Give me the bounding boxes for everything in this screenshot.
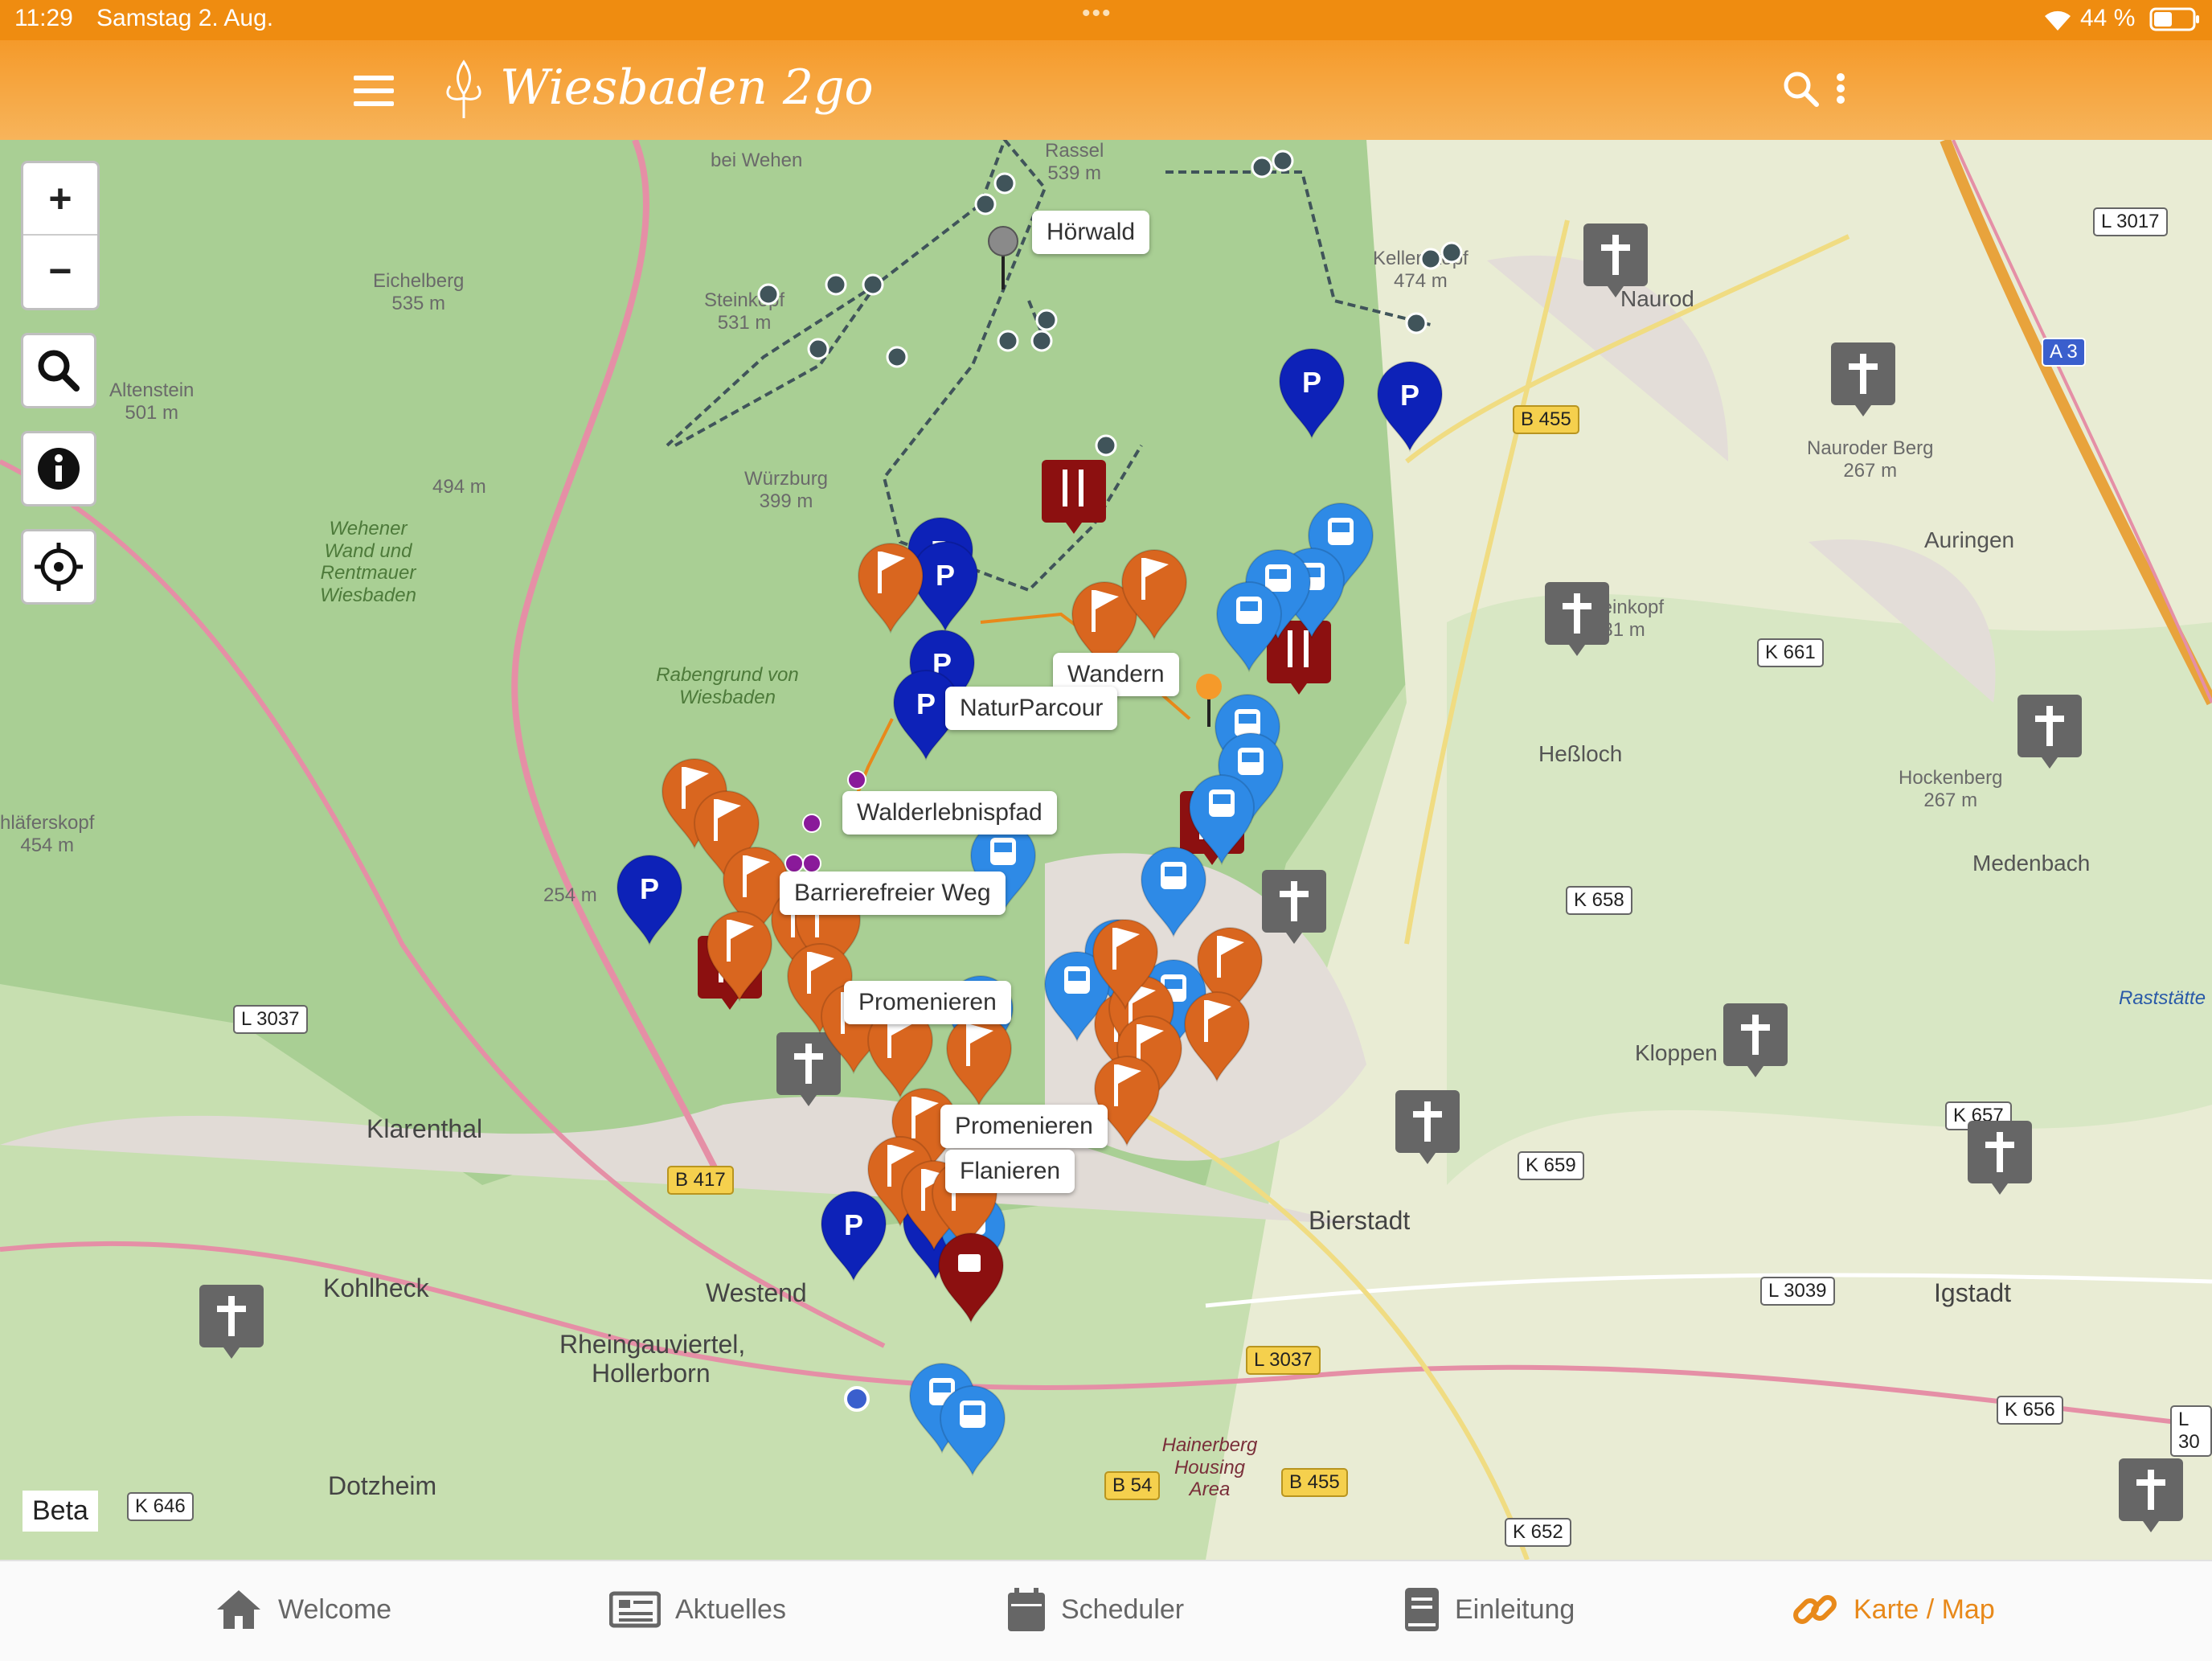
tab-label: Karte / Map	[1854, 1593, 1995, 1625]
callout-hoerwald[interactable]: Hörwald	[1032, 211, 1150, 254]
callout-walderlebnispfad[interactable]: Walderlebnispfad	[842, 791, 1057, 835]
cemetery-marker[interactable]	[1395, 1090, 1460, 1164]
trail-node[interactable]	[1251, 156, 1273, 178]
tab-label: Aktuelles	[675, 1593, 786, 1625]
app-header: Wiesbaden 2go	[0, 40, 2212, 140]
calendar-icon	[1008, 1588, 1045, 1631]
svg-text:P: P	[844, 1208, 863, 1241]
trail-node[interactable]	[757, 283, 780, 306]
tab-label: Welcome	[278, 1593, 392, 1625]
poi-marker[interactable]	[945, 1015, 1013, 1107]
trail-node[interactable]	[784, 854, 804, 873]
zoom-control: + −	[21, 161, 100, 310]
bus-stop-marker[interactable]	[1140, 847, 1207, 938]
trail-node[interactable]	[974, 193, 997, 215]
tab-welcome[interactable]: Welcome	[214, 1560, 391, 1659]
newspaper-icon	[609, 1591, 661, 1628]
trail-node[interactable]	[993, 172, 1016, 195]
parking-marker[interactable]: P	[1278, 348, 1346, 440]
trail-node[interactable]	[825, 273, 847, 296]
trail-node[interactable]	[1440, 241, 1463, 264]
tab-einleitung[interactable]: Einleitung	[1403, 1560, 1575, 1659]
trail-node[interactable]	[1272, 150, 1294, 172]
cemetery-marker[interactable]	[1723, 1003, 1788, 1077]
parking-marker[interactable]: P	[820, 1191, 887, 1282]
trail-node[interactable]	[1095, 434, 1117, 457]
tab-label: Einleitung	[1455, 1593, 1575, 1625]
multitask-dots[interactable]: •••	[1082, 0, 1112, 27]
beta-badge: Beta	[23, 1491, 98, 1532]
svg-text:P: P	[1302, 366, 1321, 399]
cemetery-marker[interactable]	[199, 1285, 264, 1359]
locate-me-button[interactable]	[21, 529, 96, 605]
trail-node[interactable]	[847, 770, 866, 789]
trail-node[interactable]	[802, 854, 821, 873]
trail-node[interactable]	[807, 338, 830, 360]
callout-flanieren[interactable]: Flanieren	[945, 1150, 1075, 1193]
map-view[interactable]: Rassel 539 m bei Wehen Eichelberg 535 m St…	[0, 140, 2212, 1560]
callout-naturparcour[interactable]: NaturParcour	[945, 687, 1118, 730]
trail-node[interactable]	[862, 273, 884, 296]
map-info-button[interactable]	[21, 431, 96, 507]
status-bar: 11:29 Samstag 2. Aug. ••• 44 %	[0, 0, 2212, 40]
parking-marker[interactable]: P	[911, 541, 979, 633]
callout-promenieren[interactable]: Promenieren	[844, 981, 1011, 1024]
cemetery-marker[interactable]	[2017, 695, 2082, 769]
cemetery-marker[interactable]	[1831, 342, 1895, 416]
svg-text:P: P	[936, 559, 955, 592]
cemetery-marker[interactable]	[1262, 870, 1326, 944]
svg-text:P: P	[916, 687, 936, 720]
crosshair-icon	[35, 543, 83, 591]
more-vertical-icon[interactable]	[1833, 71, 1849, 111]
poi-marker[interactable]	[1183, 991, 1251, 1083]
tab-aktuelles[interactable]: Aktuelles	[609, 1560, 786, 1659]
status-date: Samstag 2. Aug.	[96, 5, 274, 31]
svg-text:P: P	[640, 872, 659, 905]
zoom-in-button[interactable]: +	[23, 163, 97, 236]
home-icon	[217, 1590, 260, 1629]
parking-marker[interactable]: P	[616, 855, 683, 946]
link-icon	[1793, 1595, 1837, 1624]
poi-marker[interactable]	[857, 543, 924, 634]
restaurant-marker[interactable]	[1042, 460, 1106, 534]
parking-marker[interactable]: P	[1376, 361, 1444, 453]
map-search-button[interactable]	[21, 333, 96, 408]
trail-node[interactable]	[1405, 312, 1428, 334]
cemetery-marker[interactable]	[1545, 582, 1609, 656]
status-time: 11:29	[14, 5, 73, 31]
tab-label: Scheduler	[1061, 1593, 1185, 1625]
book-icon	[1405, 1588, 1439, 1631]
user-location-dot	[844, 1386, 870, 1412]
fleur-de-lis-icon	[446, 59, 481, 118]
callout-promenieren[interactable]: Promenieren	[940, 1105, 1108, 1148]
tab-karte-map[interactable]: Karte / Map	[1791, 1560, 1995, 1659]
battery-icon	[2149, 7, 2199, 31]
search-icon	[38, 350, 80, 392]
trail-node[interactable]	[1419, 248, 1442, 270]
callout-barrierefreier-weg[interactable]: Barrierefreier Weg	[780, 872, 1006, 915]
trail-node[interactable]	[1035, 309, 1058, 331]
cemetery-marker[interactable]	[2119, 1458, 2183, 1532]
cemetery-marker[interactable]	[1968, 1121, 2032, 1195]
info-icon	[38, 448, 80, 490]
search-icon[interactable]	[1781, 69, 1821, 109]
trail-node[interactable]	[1030, 330, 1053, 352]
trail-node[interactable]	[886, 346, 908, 368]
hamburger-menu-icon[interactable]	[354, 76, 394, 108]
location-pin[interactable]	[988, 226, 1018, 289]
cafe-marker[interactable]	[937, 1232, 1005, 1324]
cemetery-marker[interactable]	[1583, 224, 1648, 297]
app-logo: Wiesbaden 2go	[500, 59, 874, 116]
battery-percent: 44 %	[2080, 5, 2136, 31]
poi-marker-layer[interactable]: PPPPPPPPP	[0, 140, 2212, 1560]
svg-text:P: P	[1400, 379, 1419, 412]
trail-node[interactable]	[997, 330, 1019, 352]
tab-scheduler[interactable]: Scheduler	[1006, 1560, 1184, 1659]
bus-stop-marker[interactable]	[939, 1385, 1006, 1477]
wifi-icon	[2045, 10, 2071, 31]
trail-node[interactable]	[802, 814, 821, 833]
zoom-out-button[interactable]: −	[23, 236, 97, 306]
